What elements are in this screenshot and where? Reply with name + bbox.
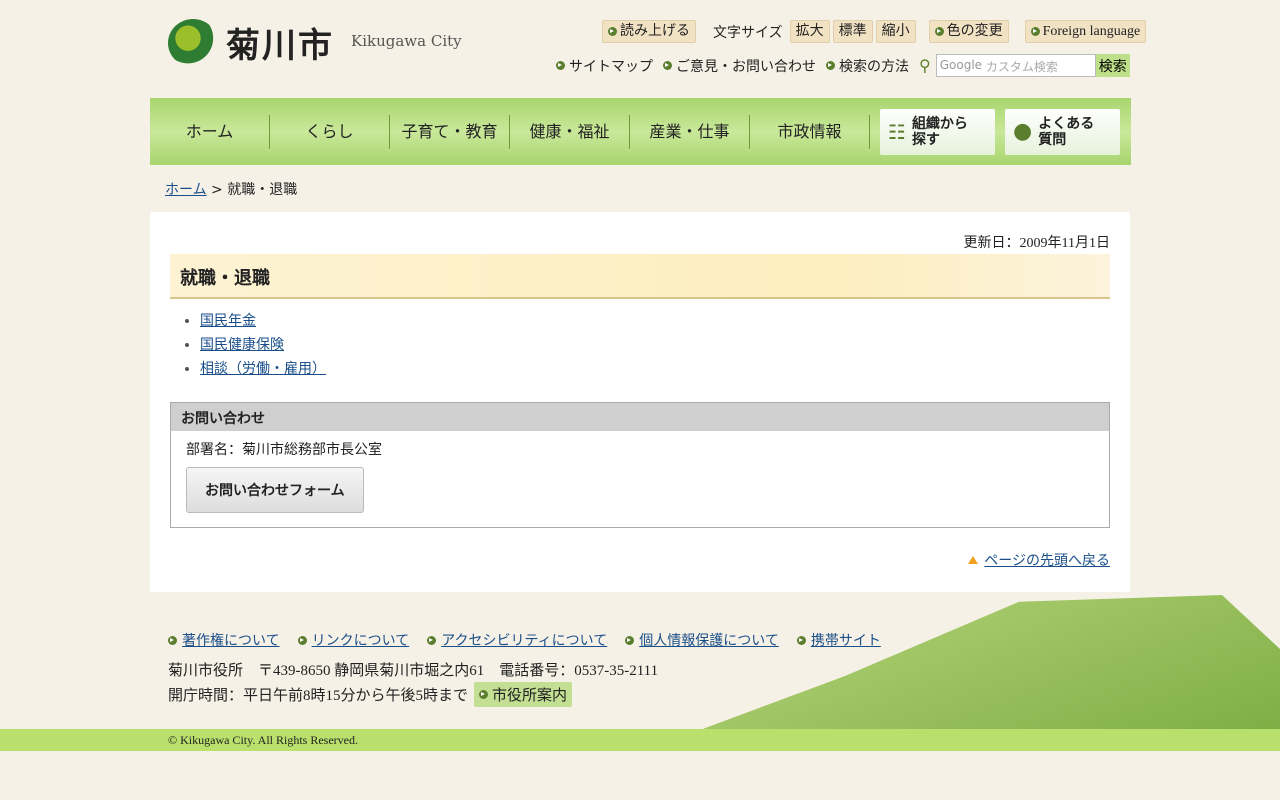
logo-text: 菊川市	[226, 26, 334, 66]
city-hall-guide-button[interactable]: 市役所案内	[474, 682, 573, 707]
main-nav: ホーム くらし 子育て・教育 健康・福祉 産業・仕事 市政情報 ☷ 組織から 探す…	[150, 98, 1131, 165]
font-enlarge-button[interactable]: 拡大	[789, 20, 830, 43]
logo-mark-icon	[168, 18, 218, 67]
font-standard-button[interactable]: 標準	[832, 20, 873, 43]
color-change-button[interactable]: 色の変更	[928, 20, 1009, 43]
label: 市役所案内	[492, 688, 568, 704]
nav-health-welfare[interactable]: 健康・福祉	[510, 114, 630, 149]
back-to-top-link[interactable]: ページの先頭へ戻る	[984, 550, 1110, 570]
foreign-language-button[interactable]: Foreign language	[1024, 20, 1147, 43]
breadcrumb: ホーム > 就職・退職	[165, 179, 297, 199]
arrow-icon	[427, 635, 437, 645]
arrow-icon	[479, 690, 489, 699]
search-button[interactable]: 検索	[1095, 54, 1130, 77]
label: Foreign language	[1042, 24, 1141, 39]
department: 部署名：菊川市総務部市長公室	[186, 442, 382, 458]
sitemap-link[interactable]: サイトマップ	[556, 56, 653, 76]
google-brand: Google	[939, 58, 983, 72]
site-logo[interactable]: 菊川市	[168, 18, 334, 67]
inquiry-form-button[interactable]: お問い合わせフォーム	[186, 467, 364, 513]
arrow-icon	[556, 61, 565, 70]
label: ご意見・お問い合わせ	[676, 58, 816, 75]
copyright: © Kikugawa City. All Rights Reserved.	[0, 729, 1280, 751]
footer-hours: 開庁時間：平日午前8時15分から午後5時まで 市役所案内	[168, 682, 573, 707]
label: よくある 質問	[1038, 115, 1095, 148]
org-chart-icon: ☷	[888, 119, 906, 144]
logo-english: Kikugawa City	[351, 32, 462, 50]
link-list: 国民年金 国民健康保険 相談（労働・雇用）	[200, 310, 326, 382]
updated-date: 更新日：2009年11月1日	[963, 236, 1110, 251]
back-to-top: ページの先頭へ戻る	[968, 550, 1110, 570]
arrow-icon	[663, 61, 672, 70]
breadcrumb-home[interactable]: ホーム	[165, 182, 207, 198]
inquiry-heading: お問い合わせ	[171, 403, 1109, 431]
nav-city-info[interactable]: 市政情報	[750, 114, 870, 149]
search-input[interactable]: Google カスタム検索	[935, 54, 1096, 77]
nav-life[interactable]: くらし	[270, 114, 390, 149]
mobile-site-link[interactable]: 携帯サイト	[811, 630, 881, 650]
arrow-icon	[1030, 27, 1040, 36]
utility-bar: 読み上げる 文字サイズ 拡大 標準 縮小 色の変更 Foreign langua…	[602, 20, 1147, 43]
inquiry-box: お問い合わせ 部署名：菊川市総務部市長公室 お問い合わせフォーム	[170, 402, 1110, 528]
copyright-link[interactable]: 著作権について	[182, 630, 280, 650]
org-search-button[interactable]: ☷ 組織から 探す	[880, 108, 995, 155]
up-arrow-icon	[968, 556, 979, 564]
search-howto-link[interactable]: 検索の方法	[826, 56, 909, 76]
faq-button[interactable]: ● よくある 質問	[1005, 108, 1120, 155]
search-placeholder: カスタム検索	[985, 60, 1058, 74]
font-shrink-button[interactable]: 縮小	[875, 20, 916, 43]
read-aloud-button[interactable]: 読み上げる	[602, 20, 696, 43]
label: サイトマップ	[569, 58, 653, 75]
header-links: サイトマップ ご意見・お問い合わせ 検索の方法 ⚲ Google カスタム検索 …	[556, 54, 1130, 77]
breadcrumb-current: 就職・退職	[227, 182, 298, 198]
nav-home[interactable]: ホーム	[150, 114, 270, 149]
nav-childcare-education[interactable]: 子育て・教育	[390, 114, 510, 149]
label: 読み上げる	[620, 23, 690, 39]
arrow-icon	[934, 27, 944, 36]
accessibility-link[interactable]: アクセシビリティについて	[441, 630, 607, 650]
nav-industry-work[interactable]: 産業・仕事	[630, 114, 750, 149]
arrow-icon	[297, 635, 307, 645]
arrow-icon	[608, 27, 617, 36]
pension-link[interactable]: 国民年金	[200, 313, 256, 329]
opinion-link[interactable]: ご意見・お問い合わせ	[663, 56, 816, 76]
link-policy-link[interactable]: リンクについて	[312, 630, 410, 650]
arrow-icon	[168, 635, 177, 645]
search-icon: ⚲	[919, 56, 931, 75]
footer-address: 菊川市役所 〒439-8650 静岡県菊川市堀之内61 電話番号：0537-35…	[168, 663, 659, 679]
list-item: 国民健康保険	[200, 334, 326, 354]
label: 組織から 探す	[911, 115, 968, 148]
health-insurance-link[interactable]: 国民健康保険	[200, 337, 284, 353]
consultation-link[interactable]: 相談（労働・雇用）	[200, 361, 326, 377]
label: 色の変更	[946, 23, 1003, 39]
page-title: 就職・退職	[170, 254, 1110, 299]
breadcrumb-sep: >	[206, 182, 228, 198]
privacy-link[interactable]: 個人情報保護について	[639, 630, 779, 650]
font-size-label: 文字サイズ	[713, 24, 783, 41]
list-item: 国民年金	[200, 310, 326, 330]
arrow-icon	[625, 635, 635, 645]
label: 検索の方法	[839, 58, 909, 75]
hours-text: 開庁時間：平日午前8時15分から午後5時まで	[168, 688, 469, 704]
speech-bubble-icon: ●	[1013, 118, 1033, 144]
hills-illustration	[700, 595, 1280, 730]
arrow-icon	[826, 61, 835, 70]
list-item: 相談（労働・雇用）	[200, 358, 326, 378]
arrow-icon	[796, 635, 806, 645]
footer-links: 著作権について リンクについて アクセシビリティについて 個人情報保護について …	[168, 630, 881, 650]
main-content: 更新日：2009年11月1日 就職・退職 国民年金 国民健康保険 相談（労働・雇…	[150, 212, 1130, 592]
